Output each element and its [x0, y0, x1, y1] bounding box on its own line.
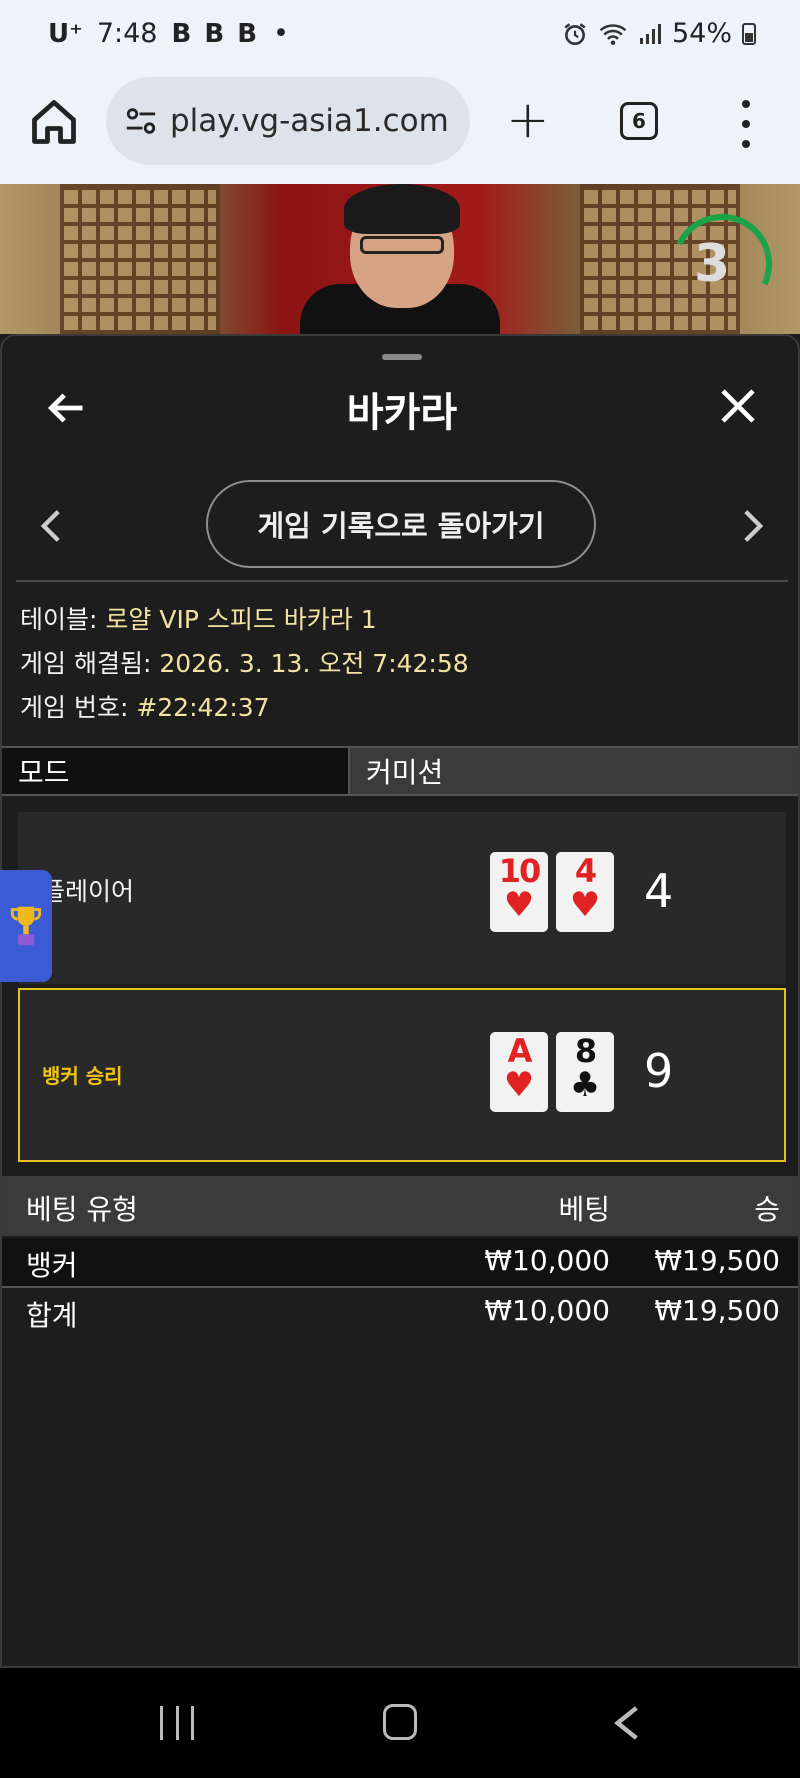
decor-lattice [60, 184, 220, 334]
panel-title: 바카라 [346, 390, 458, 436]
banker-card-2: 8 ♣ [556, 1032, 614, 1112]
notification-icons: B B B [171, 18, 260, 49]
site-settings-icon[interactable] [124, 106, 158, 136]
player-label: 플레이어 [42, 877, 135, 906]
card-suit: ♥ [569, 885, 601, 925]
total-label-cell: 합계 [26, 1299, 78, 1332]
total-win-cell: ₩19,500 [654, 1294, 780, 1327]
address-bar[interactable]: play.vg-asia1.com [106, 77, 470, 165]
card-rank: 4 [574, 852, 597, 890]
home-nav-button[interactable] [383, 1704, 417, 1740]
alarm-icon [564, 22, 586, 45]
player-total: 4 [644, 864, 674, 918]
win-amount-cell: ₩19,500 [654, 1244, 780, 1277]
mode-label: 모드 [2, 748, 350, 794]
game-number-info: 게임 번호: #22:42:37 [20, 688, 270, 724]
wifi-icon [599, 23, 627, 45]
header-win: 승 [754, 1193, 780, 1226]
browser-menu-button[interactable] [732, 100, 760, 148]
banker-win-label: 뱅커 승리 [42, 1064, 123, 1088]
recent-apps-button[interactable] [160, 1706, 194, 1740]
drag-handle[interactable] [382, 354, 422, 360]
trophy-tab-button[interactable] [0, 870, 52, 982]
total-bet-cell: ₩10,000 [484, 1294, 610, 1327]
card-suit: ♣ [569, 1065, 601, 1105]
banker-hand: 뱅커 승리 A ♥ 8 ♣ 9 [18, 988, 786, 1162]
countdown-timer: 3 [694, 234, 731, 294]
url-text: play.vg-asia1.com [170, 103, 449, 139]
status-bar: U⁺ 7:48 B B B • 54% [0, 0, 800, 72]
carrier-label: U⁺ [48, 18, 83, 49]
header-bet-type: 베팅 유형 [26, 1193, 138, 1226]
card-suit: ♥ [503, 1065, 535, 1105]
trophy-icon [10, 906, 42, 946]
browser-toolbar: play.vg-asia1.com + 6 [0, 72, 800, 184]
resolved-value: 2026. 3. 13. 오전 7:42:58 [159, 649, 469, 678]
dealer-glasses [360, 236, 444, 254]
card-rank: A [507, 1032, 533, 1070]
chevron-left-icon[interactable] [40, 508, 62, 544]
signal-icon [639, 23, 661, 44]
player-hand: 플레이어 10 ♥ 4 ♥ 4 [18, 812, 786, 984]
game-number-label: 게임 번호: [20, 693, 129, 722]
clock: 7:48 [96, 18, 158, 49]
chevron-right-icon[interactable] [742, 508, 764, 544]
resolved-info: 게임 해결됨: 2026. 3. 13. 오전 7:42:58 [20, 644, 469, 680]
table-row: 합계 ₩10,000 ₩19,500 [2, 1286, 798, 1334]
card-rank: 10 [498, 852, 542, 890]
dealer-hair [344, 184, 460, 234]
banker-total: 9 [644, 1044, 674, 1098]
commission-label: 커미션 [350, 748, 798, 794]
banker-card-1: A ♥ [490, 1032, 548, 1112]
table-row: 뱅커 ₩10,000 ₩19,500 [2, 1238, 798, 1286]
divider [16, 580, 788, 582]
back-to-history-button[interactable]: 게임 기록으로 돌아가기 [206, 480, 596, 568]
bets-table-header: 베팅 유형 베팅 승 [2, 1176, 798, 1236]
bet-type-cell: 뱅커 [26, 1249, 78, 1282]
resolved-label: 게임 해결됨: [20, 649, 152, 678]
card-rank: 8 [574, 1032, 597, 1070]
home-icon[interactable] [28, 96, 80, 148]
battery-percent: 54% [671, 18, 732, 49]
player-card-1: 10 ♥ [490, 852, 548, 932]
game-number-value: #22:42:37 [136, 693, 270, 722]
bet-amount-cell: ₩10,000 [484, 1244, 610, 1277]
system-nav-bar [0, 1668, 800, 1778]
new-tab-button[interactable]: + [506, 94, 550, 146]
more-notifications-dot: • [273, 18, 289, 49]
table-label: 테이블: [20, 605, 98, 634]
tab-switcher-button[interactable]: 6 [620, 102, 658, 140]
game-history-panel: 바카라 게임 기록으로 돌아가기 테이블: 로얄 VIP 스피드 바카라 1 게… [0, 334, 800, 1668]
table-info: 테이블: 로얄 VIP 스피드 바카라 1 [20, 600, 377, 636]
back-nav-icon[interactable] [612, 1704, 642, 1742]
header-bet: 베팅 [558, 1193, 610, 1226]
table-value: 로얄 VIP 스피드 바카라 1 [105, 605, 377, 634]
close-icon[interactable] [718, 386, 758, 426]
mode-row: 모드 커미션 [2, 746, 798, 796]
player-card-2: 4 ♥ [556, 852, 614, 932]
card-suit: ♥ [503, 885, 535, 925]
battery-icon [742, 22, 756, 45]
live-video: 3 [0, 184, 800, 334]
